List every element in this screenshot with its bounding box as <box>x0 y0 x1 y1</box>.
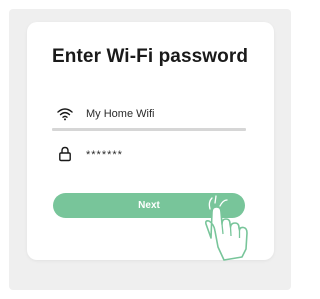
wifi-icon <box>57 108 73 121</box>
dialog-title: Enter Wi-Fi password <box>52 46 249 67</box>
lock-icon <box>59 146 71 162</box>
network-divider <box>52 128 246 131</box>
next-button[interactable]: Next <box>53 193 245 218</box>
network-name: My Home Wifi <box>86 108 155 120</box>
password-field[interactable]: ******* <box>86 149 123 161</box>
